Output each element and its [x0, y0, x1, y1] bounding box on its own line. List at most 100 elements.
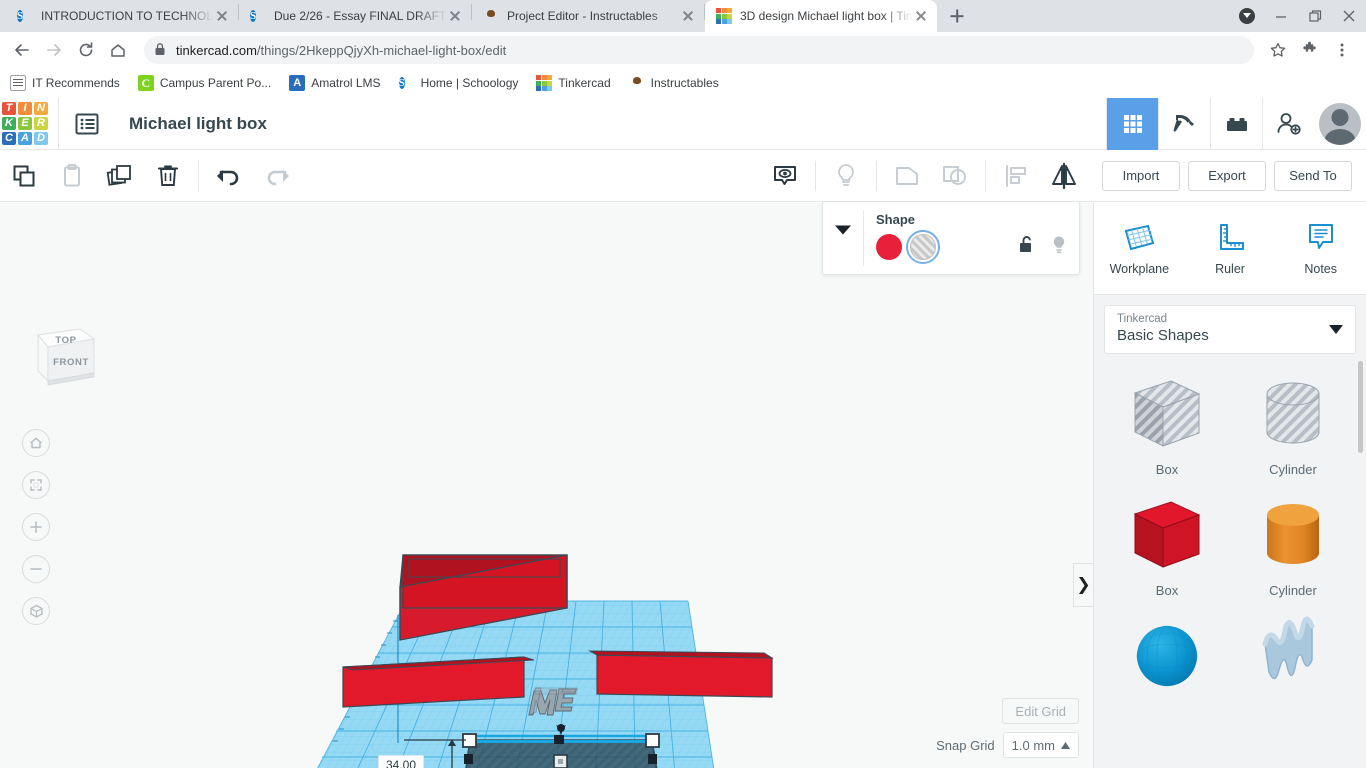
ruler-icon	[1211, 221, 1249, 255]
tab-title: 3D design Michael light box | Tin	[740, 9, 913, 23]
file-actions: Import Export Send To	[1088, 161, 1366, 191]
browser-tab-0[interactable]: S INTRODUCTION TO TECHNOLOG	[6, 0, 238, 32]
minimize-button[interactable]	[1264, 0, 1298, 32]
chevron-down-icon[interactable]	[1329, 321, 1343, 339]
duplicate-icon[interactable]	[96, 150, 144, 202]
3d-scene[interactable]: Workplane	[0, 203, 1093, 768]
export-button[interactable]: Export	[1188, 161, 1266, 191]
copy-icon[interactable]	[0, 150, 48, 202]
zoom-in-icon[interactable]	[22, 513, 50, 541]
delete-icon[interactable]	[144, 150, 192, 202]
group-icon[interactable]	[883, 150, 931, 202]
design-canvas[interactable]: Workplane 34.00 9.00 45.00 114.00 1.50 1…	[0, 203, 1093, 768]
zoom-out-icon[interactable]	[22, 555, 50, 583]
collapse-caret-icon[interactable]	[823, 202, 863, 274]
download-indicator-icon[interactable]	[1230, 0, 1264, 32]
browser-toolbar: tinkercad.com/things/2HkeppQjyXh-michael…	[0, 32, 1366, 68]
lightbulb-icon[interactable]	[1051, 235, 1067, 260]
paste-icon[interactable]	[48, 150, 96, 202]
svg-text:FRONT: FRONT	[53, 357, 89, 368]
tab-close-icon[interactable]	[447, 8, 463, 24]
tinkercad-logo[interactable]: TINKERCAD	[2, 102, 48, 146]
unlock-icon[interactable]	[1018, 235, 1035, 259]
bookmark-label: IT Recommends	[32, 76, 120, 90]
back-button[interactable]	[8, 36, 36, 64]
solid-color-swatch[interactable]	[876, 234, 902, 260]
shape-item-hole-cylinder[interactable]: Cylinder	[1230, 368, 1356, 477]
bookmark-instructables[interactable]: Instructables	[629, 75, 719, 91]
svg-text:TOP: TOP	[55, 335, 76, 346]
browser-tab-2[interactable]: Project Editor - Instructables	[472, 0, 704, 32]
snap-grid-select[interactable]: 1.0 mm	[1003, 732, 1079, 758]
lego-brick-icon[interactable]	[1210, 98, 1262, 150]
list-icon	[74, 111, 100, 137]
bookmark-campus-parent[interactable]: C Campus Parent Po...	[138, 75, 271, 91]
library-category-label: Basic Shapes	[1117, 327, 1343, 344]
avatar[interactable]	[1314, 98, 1366, 150]
new-tab-button[interactable]	[943, 2, 971, 30]
toolbar-divider	[985, 161, 986, 191]
forward-button[interactable]	[40, 36, 68, 64]
snap-grid-value: 1.0 mm	[1012, 738, 1055, 753]
add-person-icon[interactable]	[1262, 98, 1314, 150]
sidebar-tool-workplane[interactable]: Workplane	[1094, 203, 1185, 294]
shapes-sidebar: Workplane Ruler	[1093, 203, 1366, 768]
shape-item-blue-sphere[interactable]	[1104, 610, 1230, 704]
home-view-icon[interactable]	[22, 429, 50, 457]
tab-close-icon[interactable]	[913, 8, 929, 24]
snap-grid-row: Snap Grid 1.0 mm	[936, 732, 1079, 758]
tab-strip: S INTRODUCTION TO TECHNOLOG S Due 2/26 -…	[0, 0, 1366, 32]
bookmark-tinkercad[interactable]: Tinkercad	[536, 75, 610, 91]
undo-icon[interactable]	[205, 150, 253, 202]
edit-grid-button[interactable]: Edit Grid	[1002, 698, 1079, 724]
fit-to-view-icon[interactable]	[22, 471, 50, 499]
bookmark-star-icon[interactable]	[1264, 36, 1292, 64]
sidebar-tool-ruler[interactable]: Ruler	[1185, 203, 1276, 294]
reload-button[interactable]	[72, 36, 100, 64]
page-title: Michael light box	[129, 114, 267, 134]
align-icon[interactable]	[992, 150, 1040, 202]
shape-item-red-box[interactable]: Box	[1104, 489, 1230, 598]
shape-item-hole-box[interactable]: Box	[1104, 368, 1230, 477]
import-button[interactable]: Import	[1102, 161, 1180, 191]
library-selector[interactable]: Tinkercad Basic Shapes	[1104, 305, 1356, 354]
home-button[interactable]	[104, 36, 132, 64]
maximize-restore-button[interactable]	[1298, 0, 1332, 32]
schoology-icon: S	[399, 75, 415, 91]
sidebar-tool-notes[interactable]: Notes	[1275, 203, 1366, 294]
shape-item-scribble[interactable]	[1230, 610, 1356, 704]
redo-icon[interactable]	[253, 150, 301, 202]
mirror-icon[interactable]	[1040, 150, 1088, 202]
shape-panel-icons	[1018, 235, 1067, 260]
tab-title: INTRODUCTION TO TECHNOLOG	[41, 9, 214, 23]
bookmark-home-schoology[interactable]: S Home | Schoology	[399, 75, 519, 91]
sidebar-tool-label: Workplane	[1110, 262, 1170, 276]
panel-collapse-chevron-icon[interactable]: ❯	[1073, 563, 1093, 607]
perspective-toggle-icon[interactable]	[22, 597, 50, 625]
extensions-puzzle-icon[interactable]	[1296, 36, 1324, 64]
shape-item-orange-cylinder[interactable]: Cylinder	[1230, 489, 1356, 598]
address-bar[interactable]: tinkercad.com/things/2HkeppQjyXh-michael…	[144, 36, 1254, 64]
bookmark-amatrol-lms[interactable]: A Amatrol LMS	[289, 75, 380, 91]
hole-box-icon	[1115, 368, 1219, 460]
edit-toolbar: Import Export Send To	[0, 150, 1366, 202]
ungroup-icon[interactable]	[931, 150, 979, 202]
sidebar-scrollbar[interactable]	[1358, 361, 1363, 453]
grid-icon[interactable]	[1106, 98, 1158, 150]
view-cube[interactable]: TOP FRONT	[24, 321, 100, 393]
close-window-button[interactable]	[1332, 0, 1366, 32]
browser-tab-1[interactable]: S Due 2/26 - Essay FINAL DRAFT	[239, 0, 471, 32]
project-list-button[interactable]	[59, 98, 115, 150]
hole-swatch[interactable]	[910, 234, 936, 260]
view-callout-icon[interactable]	[761, 150, 809, 202]
tab-close-icon[interactable]	[680, 8, 696, 24]
browser-tab-3[interactable]: 3D design Michael light box | Tin	[705, 0, 937, 32]
omnibox-actions	[1262, 36, 1358, 64]
chrome-menu-icon[interactable]	[1328, 36, 1356, 64]
bookmark-it-recommends[interactable]: IT Recommends	[10, 75, 120, 91]
tab-close-icon[interactable]	[214, 8, 230, 24]
dimension-label[interactable]: 34.00	[378, 755, 424, 768]
lightbulb-icon[interactable]	[822, 150, 870, 202]
send-to-button[interactable]: Send To	[1274, 161, 1352, 191]
pickaxe-icon[interactable]	[1158, 98, 1210, 150]
